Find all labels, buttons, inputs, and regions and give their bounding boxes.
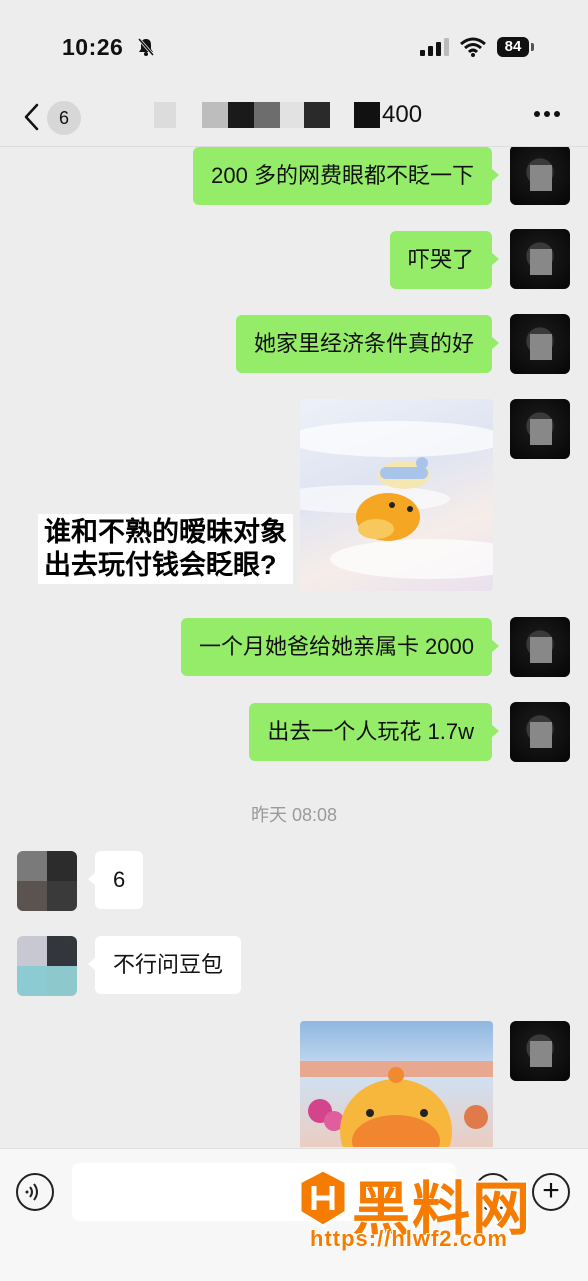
watermark-logo-icon	[298, 1168, 348, 1228]
redacted-block	[154, 102, 176, 128]
cell-signal-icon	[420, 38, 449, 56]
status-bar: 10:26 84	[0, 0, 588, 90]
outgoing-message[interactable]: 200 多的网费眼都不眨一下	[193, 147, 499, 205]
voice-icon	[25, 1183, 38, 1201]
chat-title-text: 400	[382, 101, 423, 128]
outgoing-message[interactable]: 一个月她爸给她亲属卡 2000	[180, 618, 500, 676]
wifi-icon	[460, 37, 486, 57]
sticker-image[interactable]	[300, 399, 493, 591]
my-avatar[interactable]	[510, 147, 570, 205]
my-avatar[interactable]	[510, 702, 570, 762]
redacted-block	[254, 102, 280, 128]
my-avatar[interactable]	[510, 617, 570, 677]
my-avatar[interactable]	[510, 399, 570, 459]
redacted-block	[354, 102, 380, 128]
contact-avatar[interactable]	[17, 936, 77, 996]
my-avatar[interactable]	[510, 229, 570, 289]
redacted-block	[202, 102, 228, 128]
caption-line: 谁和不熟的暧昧对象	[44, 517, 287, 547]
message-list[interactable]: 200 多的网费眼都不眨一下 吓哭了 她家里经济条件真的好 一个月她爸给她亲属卡…	[0, 147, 588, 1147]
outgoing-message[interactable]: 吓哭了	[389, 231, 500, 289]
incoming-message[interactable]: 6	[87, 851, 144, 909]
redacted-block	[304, 102, 330, 128]
duck-mascot-icon	[300, 1061, 493, 1147]
caption-line: 出去玩付钱会眨眼?	[44, 550, 277, 580]
duck-mascot-icon	[300, 421, 493, 579]
back-chevron-icon[interactable]	[22, 102, 42, 132]
incoming-message[interactable]: 不行问豆包	[87, 936, 242, 994]
watermark-url: https://hlwf2.com	[310, 1226, 508, 1251]
bell-mute-icon	[137, 38, 155, 56]
redacted-block	[228, 102, 254, 128]
more-options-icon[interactable]	[533, 110, 561, 118]
sticker-caption: 谁和不熟的暧昧对象 出去玩付钱会眨眼?	[38, 514, 293, 584]
sticker-image[interactable]	[300, 1021, 493, 1147]
my-avatar[interactable]	[510, 1021, 570, 1081]
unread-count-badge[interactable]: 6	[47, 101, 81, 135]
redacted-block	[280, 102, 304, 128]
watermark: 黑料网 https://hlwf2.com	[296, 1162, 576, 1262]
voice-input-button[interactable]	[16, 1173, 54, 1211]
clock: 10:26	[62, 34, 124, 60]
battery-nub	[531, 43, 534, 51]
chat-title: 400	[150, 100, 450, 136]
outgoing-message[interactable]: 出去一个人玩花 1.7w	[249, 703, 499, 761]
message-timestamp: 昨天 08:08	[250, 805, 338, 825]
outgoing-message[interactable]: 她家里经济条件真的好	[235, 315, 500, 373]
contact-avatar[interactable]	[17, 851, 77, 911]
chat-header: 6 400	[0, 90, 588, 147]
battery-indicator: 84	[497, 37, 529, 57]
my-avatar[interactable]	[510, 314, 570, 374]
